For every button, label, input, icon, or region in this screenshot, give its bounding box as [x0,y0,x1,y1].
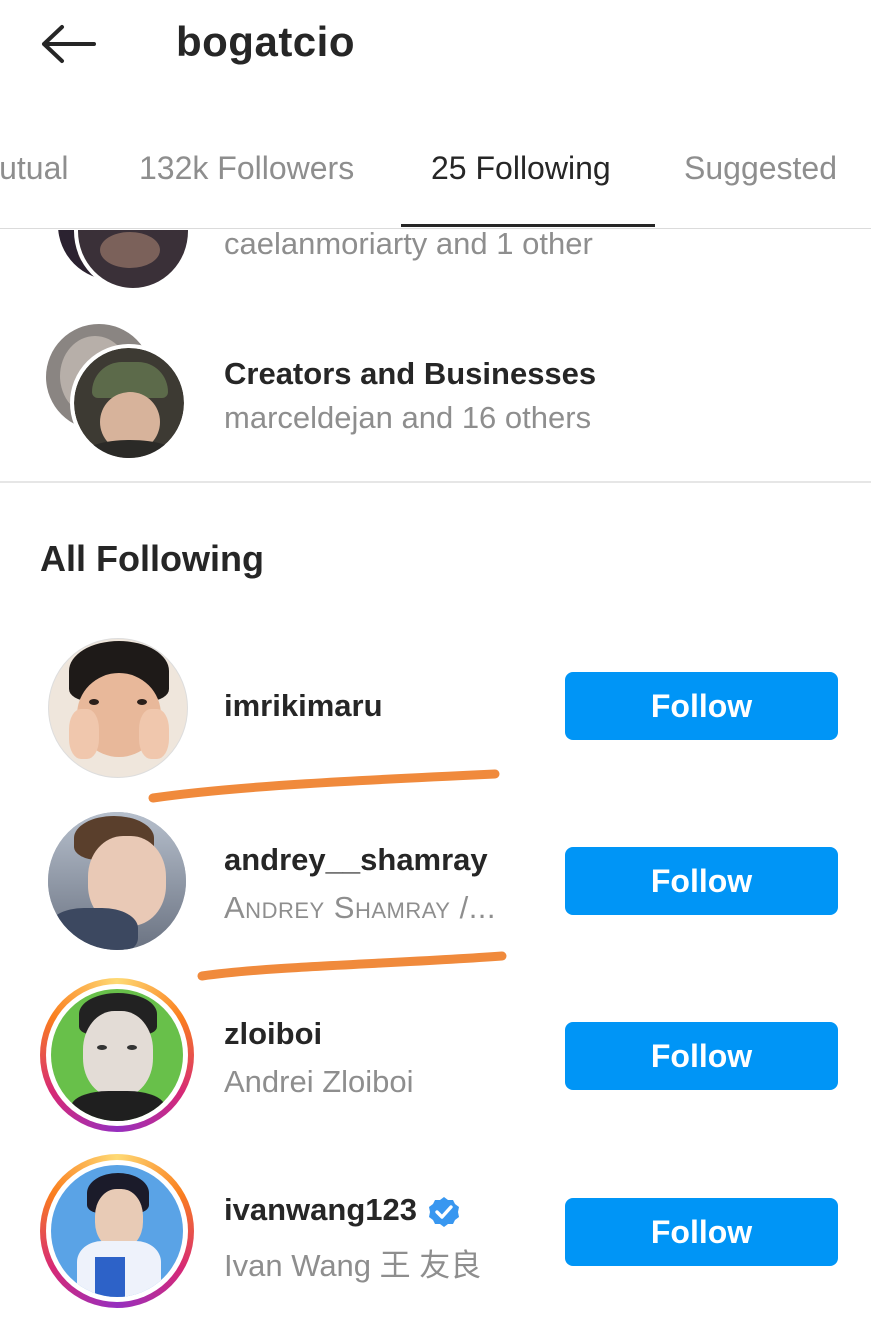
tab-suggested[interactable]: Suggested [684,150,837,187]
category-row-mutual[interactable]: caelanmoriarty and 1 other [0,230,871,290]
category-subtitle: marceldejan and 16 others [224,400,592,435]
list-item[interactable]: ivanwang123 Ivan Wang 王 友良 Follow [0,1154,871,1322]
tab-mutual[interactable]: lutual [0,150,69,187]
follow-button[interactable]: Follow [565,1198,838,1266]
tab-bar: lutual 132k Followers 25 Following Sugge… [0,128,871,229]
follow-button[interactable]: Follow [565,847,838,915]
category-subtitle: caelanmoriarty and 1 other [224,230,593,261]
username[interactable]: imrikimaru [224,688,383,724]
tab-following[interactable]: 25 Following [431,150,611,187]
username[interactable]: ivanwang123 [224,1192,461,1229]
full-name: Andrei Zloiboi [224,1064,414,1099]
tab-followers[interactable]: 132k Followers [139,150,354,187]
divider [0,481,871,483]
annotation-strike [148,769,500,803]
category-avatar-front [74,230,192,290]
username[interactable]: andrey__shamray [224,842,488,878]
annotation-strike [197,951,507,981]
category-row-creators[interactable]: Creators and Businesses marceldejan and … [0,320,871,465]
top-bar: bogatcio [0,0,871,100]
username-text: ivanwang123 [224,1192,417,1227]
section-title: All Following [40,538,264,579]
category-title: Creators and Businesses [224,356,597,391]
username[interactable]: zloiboi [224,1016,322,1052]
category-avatar-front [70,344,188,462]
arrow-left-icon[interactable] [38,24,98,64]
avatar[interactable] [48,812,186,950]
follow-button[interactable]: Follow [565,1022,838,1090]
active-tab-indicator [401,224,655,227]
full-name: Andrey Shamray /... [224,890,497,925]
verified-badge-icon [428,1196,459,1227]
follow-button[interactable]: Follow [565,672,838,740]
page-title: bogatcio [176,18,355,65]
story-ring-avatar[interactable] [40,978,194,1132]
full-name: Ivan Wang 王 友良 [224,1248,482,1283]
story-ring-avatar[interactable] [40,1154,194,1308]
avatar[interactable] [48,638,188,778]
list-item[interactable]: zloiboi Andrei Zloiboi Follow [0,978,871,1146]
